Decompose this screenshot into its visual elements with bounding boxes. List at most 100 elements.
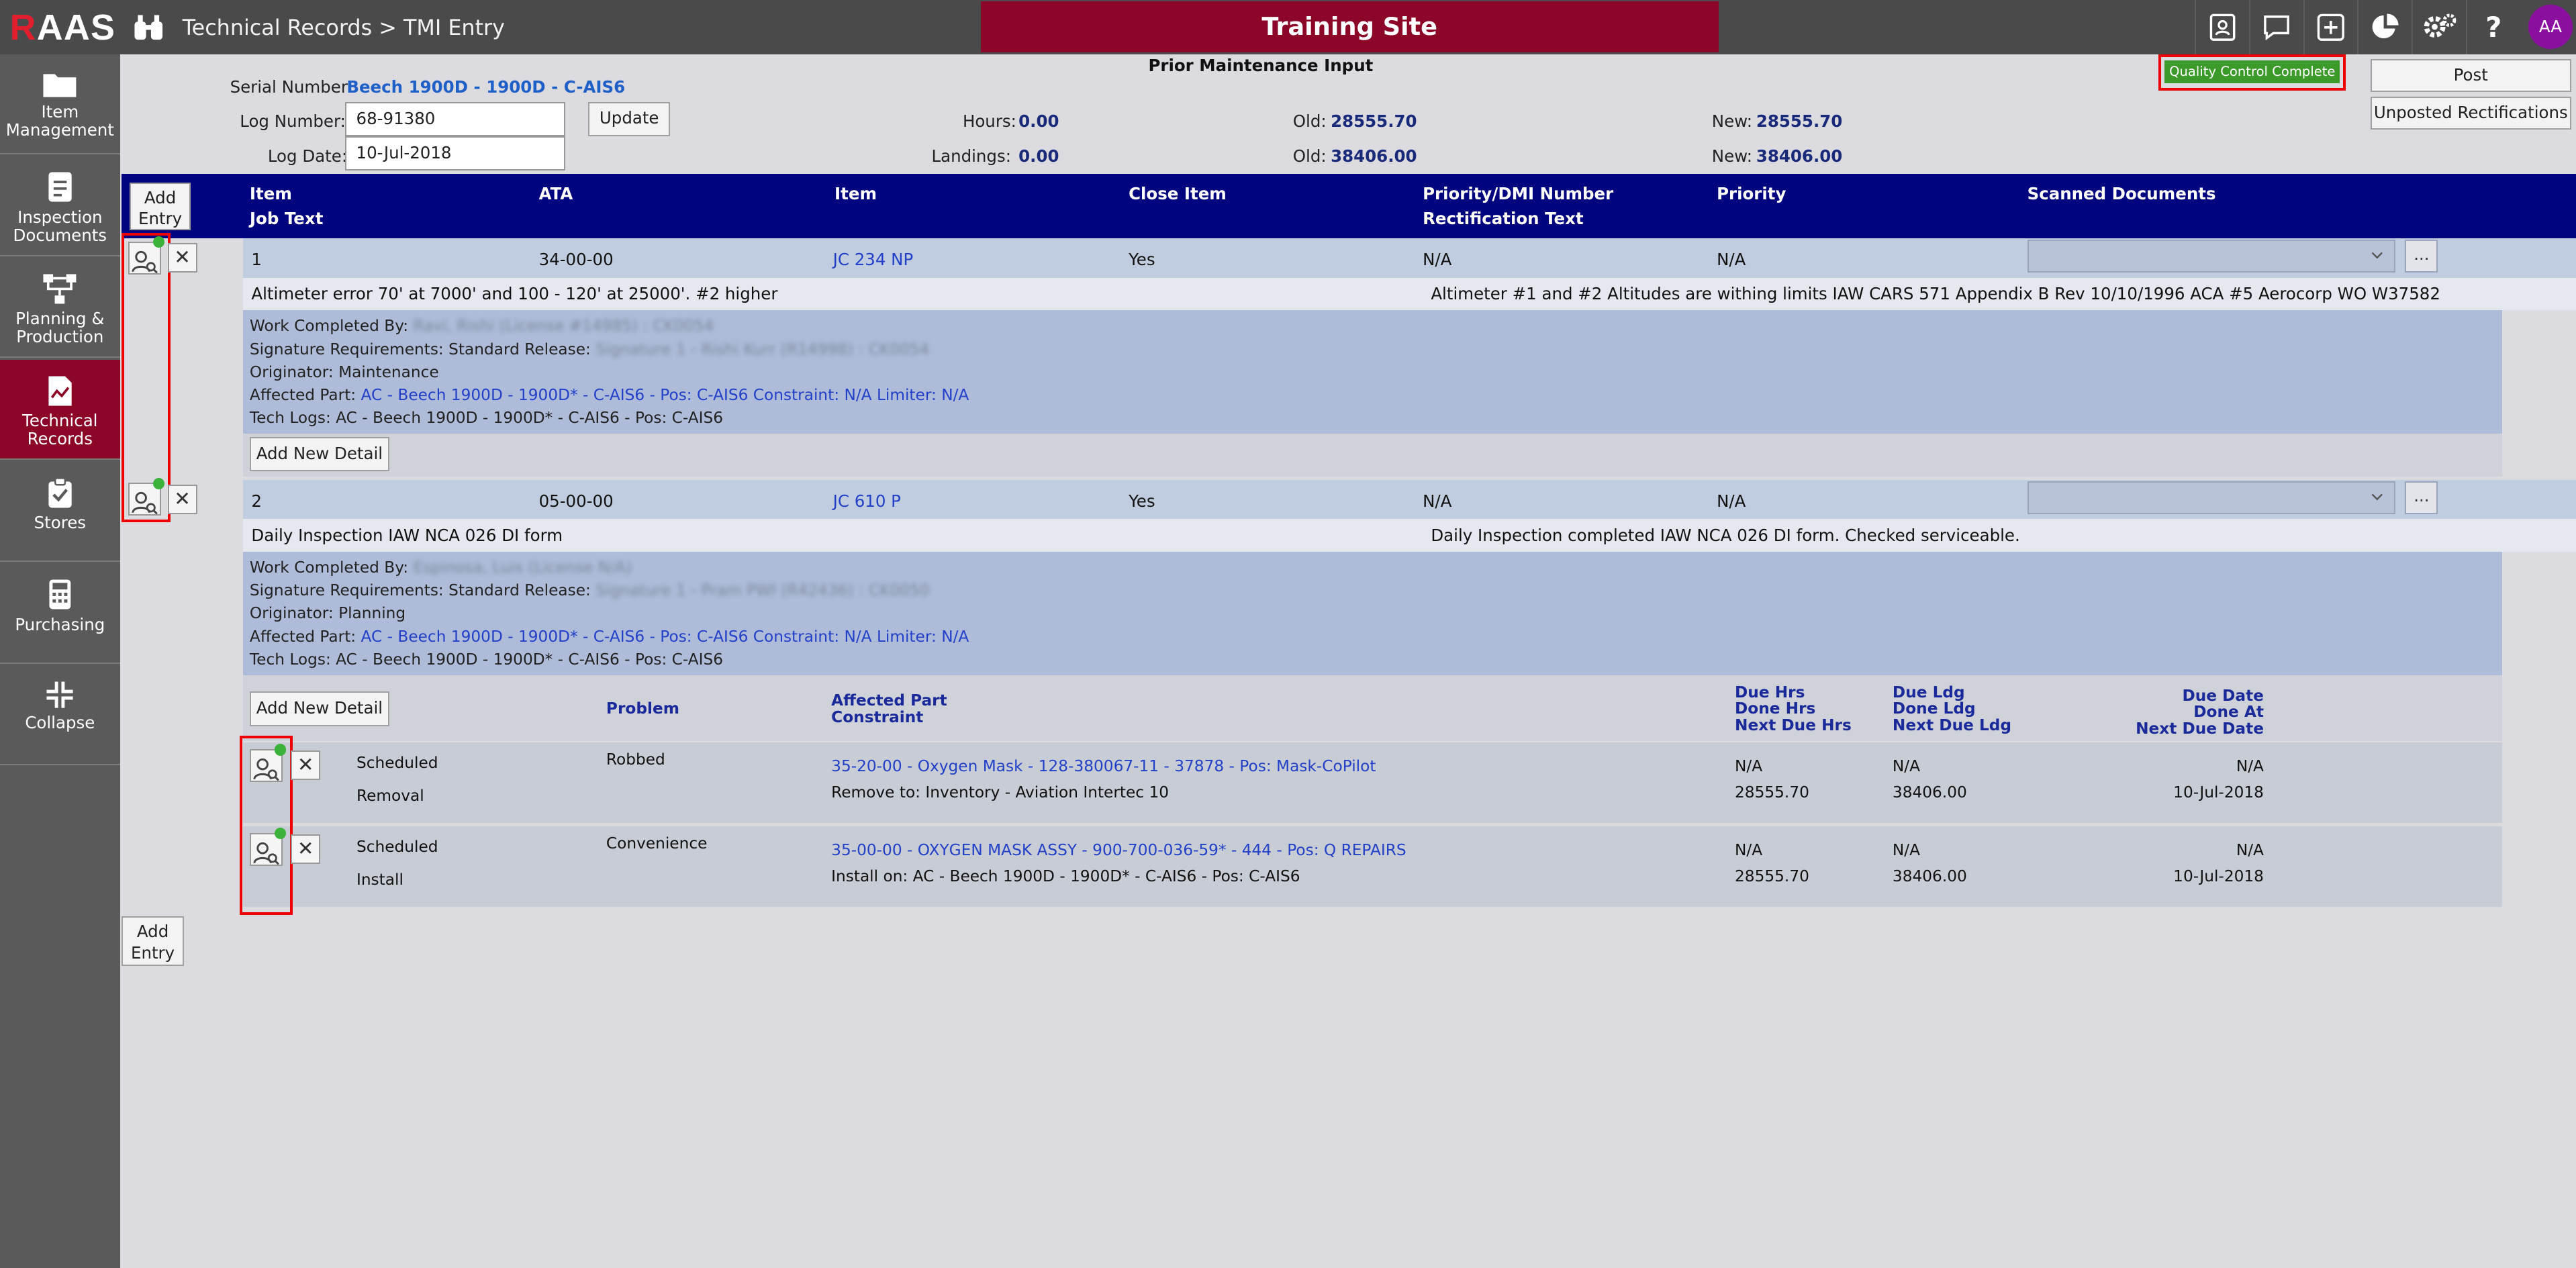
col-done-hrs: Done Hrs	[1735, 699, 1816, 718]
originator: Originator: Planning	[249, 604, 406, 623]
part-link[interactable]: 35-00-00 - OXYGEN MASK ASSY - 900-700-03…	[831, 841, 1406, 859]
new-hours-value: 28555.70	[1756, 111, 1843, 132]
add-icon[interactable]	[2303, 0, 2358, 54]
part-row: Scheduled Removal Robbed 35-20-00 - Oxyg…	[243, 742, 2502, 823]
sidebar: Item Management Inspection Documents Pla…	[0, 54, 120, 1268]
entry-priority: N/A	[1717, 491, 1746, 511]
part-link[interactable]: 35-20-00 - Oxygen Mask - 128-380067-11 -…	[831, 757, 1376, 775]
col-next-due-hrs: Next Due Hrs	[1735, 716, 1852, 734]
clipboard-check-icon	[48, 477, 72, 508]
signature-value: Signature 1 - Pram PWI (R42436) : CK0050	[595, 581, 930, 600]
job-text-row: Daily Inspection IAW NCA 026 DI form Dai…	[243, 519, 2576, 552]
sidebar-item-planning-production[interactable]: Planning & Production	[0, 258, 120, 358]
affected-part-link[interactable]: AC - Beech 1900D - 1900D* - C-AIS6 - Pos…	[361, 386, 969, 404]
entry-row: 2 05-00-00 JC 610 P Yes N/A N/A ...	[243, 479, 2576, 520]
scanned-documents-select[interactable]	[2027, 240, 2395, 273]
signature-label: Signature Requirements: Standard Release…	[249, 340, 591, 358]
serial-label: Serial Number:	[230, 77, 353, 97]
entry-ata: 05-00-00	[538, 491, 614, 511]
close-icon: ✕	[297, 753, 314, 777]
part-action-type: Removal	[356, 787, 424, 806]
status-dot	[152, 478, 164, 490]
sidebar-item-stores[interactable]: Stores	[0, 462, 120, 562]
add-new-detail-button[interactable]: Add New Detail	[249, 436, 389, 472]
settings-icon[interactable]	[2412, 0, 2466, 54]
qc-status-badge: Quality Control Complete	[2164, 60, 2340, 83]
scanned-documents-browse-button[interactable]: ...	[2405, 481, 2438, 514]
col-due-ldg: Due Ldg	[1892, 683, 1965, 701]
work-completed-value: Espinosa, Luis (License N/A)	[413, 558, 632, 577]
part-problem: Robbed	[606, 750, 665, 769]
app-logo[interactable]: RAAS	[10, 7, 115, 48]
part-done-hrs: 28555.70	[1735, 783, 1809, 802]
chat-icon[interactable]	[2248, 0, 2303, 54]
update-button[interactable]: Update	[588, 101, 671, 137]
col-constraint: Constraint	[831, 708, 924, 726]
job-text: Daily Inspection IAW NCA 026 DI form	[251, 526, 563, 546]
entry-item-number: 2	[251, 491, 262, 511]
part-due-date: N/A	[2236, 757, 2264, 776]
unposted-rectifications-button[interactable]: Unposted Rectifications	[2371, 97, 2571, 130]
add-new-detail-button[interactable]: Add New Detail	[249, 691, 389, 726]
scanned-documents-browse-button[interactable]: ...	[2405, 240, 2438, 273]
part-done-at: 10-Jul-2018	[2173, 867, 2264, 885]
entry-close-item: Yes	[1129, 491, 1155, 511]
log-number-input[interactable]: 68-91380	[344, 101, 565, 137]
calculator-icon	[49, 579, 71, 609]
delete-entry-button[interactable]: ✕	[167, 484, 197, 514]
sidebar-item-collapse[interactable]: Collapse	[0, 665, 120, 766]
rectification-text: Daily Inspection completed IAW NCA 026 D…	[1431, 526, 2020, 546]
landings-value: 0.00	[1018, 146, 1059, 166]
site-name-banner: Training Site	[980, 1, 1719, 53]
sidebar-item-technical-records[interactable]: Technical Records	[0, 359, 120, 460]
contacts-icon[interactable]	[2195, 0, 2249, 54]
add-entry-button[interactable]: Add Entry	[130, 182, 191, 230]
col-rectification-text: Rectification Text	[1423, 208, 1584, 228]
entry-dmi: N/A	[1423, 491, 1452, 511]
hours-label: Hours:	[962, 111, 1016, 132]
part-done-at: 10-Jul-2018	[2173, 783, 2264, 802]
sidebar-item-item-management[interactable]: Item Management	[0, 54, 120, 155]
part-due-hrs: N/A	[1735, 840, 1763, 859]
delete-entry-button[interactable]: ✕	[167, 243, 197, 273]
part-type: Scheduled	[356, 754, 438, 773]
hours-value: 0.00	[1018, 111, 1059, 132]
binoculars-icon[interactable]	[133, 13, 164, 42]
sidebar-item-purchasing[interactable]: Purchasing	[0, 563, 120, 664]
close-icon: ✕	[174, 487, 191, 510]
entry-dmi: N/A	[1423, 249, 1452, 269]
tech-logs: Tech Logs: AC - Beech 1900D - 1900D* - C…	[249, 409, 724, 428]
log-number-label: Log Number:	[240, 111, 346, 132]
part-done-ldg: 38406.00	[1892, 867, 1967, 885]
status-dot	[274, 744, 286, 756]
entry-item-link[interactable]: JC 610 P	[833, 491, 901, 511]
old-hours-value: 28555.70	[1331, 111, 1417, 132]
col-item-link: Item	[834, 184, 877, 204]
log-date-input[interactable]: 10-Jul-2018	[344, 136, 565, 171]
new-landings-label: New:	[1711, 146, 1753, 166]
col-ata: ATA	[538, 184, 573, 204]
user-search-icon	[253, 842, 279, 865]
post-button[interactable]: Post	[2371, 59, 2571, 93]
avatar[interactable]: AA	[2528, 5, 2573, 50]
scanned-documents-select[interactable]	[2027, 481, 2395, 514]
add-entry-button-bottom[interactable]: Add Entry	[122, 916, 185, 966]
tech-logs: Tech Logs: AC - Beech 1900D - 1900D* - C…	[249, 650, 724, 669]
top-bar: RAAS Technical Records > TMI Entry Train…	[0, 0, 2576, 54]
entry-item-link[interactable]: JC 234 NP	[833, 250, 914, 269]
old-landings-value: 38406.00	[1331, 146, 1417, 166]
help-icon[interactable]: ?	[2465, 0, 2520, 54]
work-completed-label: Work Completed By:	[249, 317, 409, 336]
affected-part-link[interactable]: AC - Beech 1900D - 1900D* - C-AIS6 - Pos…	[361, 628, 969, 646]
chart-doc-icon	[48, 376, 72, 406]
serial-link[interactable]: Beech 1900D - 1900D - C-AIS6	[346, 77, 625, 97]
sidebar-item-inspection-documents[interactable]: Inspection Documents	[0, 156, 120, 256]
delete-part-button[interactable]: ✕	[291, 834, 321, 865]
col-priority: Priority	[1717, 184, 1786, 204]
document-icon	[48, 172, 72, 202]
pie-chart-icon[interactable]	[2357, 0, 2412, 54]
job-text: Altimeter error 70' at 7000' and 100 - 1…	[251, 284, 778, 304]
user-search-icon	[253, 758, 279, 781]
part-due-ldg: N/A	[1892, 840, 1921, 859]
delete-part-button[interactable]: ✕	[291, 750, 321, 781]
